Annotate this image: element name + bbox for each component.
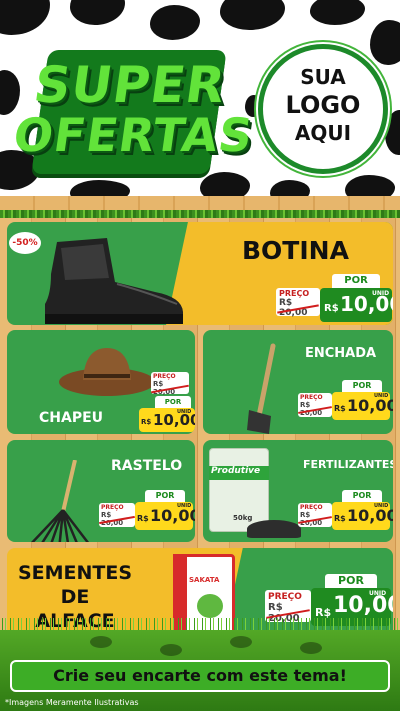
product-card-fertilizantes: Produtive 50kg FERTILIZANTES POR PREÇO R… (203, 440, 393, 542)
product-name: BOTINA (242, 236, 349, 265)
price-tag: PREÇO R$ 20,00 POR R$ 10,00 UNID (137, 372, 195, 432)
logo-line-2: LOGO (285, 91, 361, 119)
product-name: CHAPEU (39, 410, 104, 426)
preco-label: PREÇO (153, 373, 176, 380)
por-label: POR (342, 380, 382, 392)
grass-edge (0, 210, 400, 218)
price-tag: POR PREÇO R$ 20,00 R$ 10,00 UNID (298, 380, 393, 428)
price-tag: POR PREÇO R$ 20,00 R$ 10,00 UNID (99, 490, 195, 538)
preco-label: PREÇO (279, 289, 310, 298)
unit-label: UNID (177, 503, 192, 509)
old-price: R$ 20,00 (101, 511, 133, 527)
preco-label: PREÇO (101, 504, 124, 511)
old-price: R$ 20,00 (300, 401, 330, 417)
por-label: POR (145, 490, 185, 502)
preco-label: PREÇO (268, 592, 302, 602)
old-price: R$ 20,00 (300, 511, 330, 527)
discount-badge: -50% (9, 232, 41, 254)
preco-label: PREÇO (300, 394, 323, 401)
old-price-box: PREÇO R$ 20,00 (298, 503, 332, 527)
product-name: ENCHADA (305, 346, 377, 361)
bag-brand: Produtive (211, 466, 261, 476)
product-card-rastelo: RASTELO POR PREÇO R$ 20,00 R$ 10,00 UNID (7, 440, 195, 542)
old-price-box: PREÇO R$ 20,00 (276, 288, 320, 318)
por-label: POR (332, 274, 380, 288)
product-card-chapeu: CHAPEU PREÇO R$ 20,00 POR R$ 10,00 UNID (7, 330, 195, 434)
currency: R$ (141, 418, 152, 426)
cta-banner: Crie seu encarte com este tema! (10, 660, 390, 692)
product-card-botina: BOTINA POR PREÇO R$ 20,00 R$ 10,00 UNID (7, 222, 393, 325)
new-price-box: R$ 10,00 UNID (332, 392, 393, 420)
por-label: POR (155, 396, 191, 408)
new-price-box: R$ 10,00 UNID (139, 408, 195, 432)
old-price-box: PREÇO R$ 20,00 (151, 372, 189, 396)
old-price: R$ 20,00 (279, 298, 317, 318)
new-price-box: R$ 10,00 UNID (332, 502, 393, 530)
product-name: RASTELO (111, 458, 183, 474)
logo-line-3: AQUI (294, 121, 352, 145)
new-price-box: R$ 10,00 UNID (135, 502, 195, 530)
title-line-1: SUPER (30, 56, 230, 114)
old-price-box: PREÇO R$ 20,00 (298, 393, 332, 417)
disclaimer-text: *Imagens Meramente Ilustrativas (5, 698, 139, 707)
unit-label: UNID (372, 290, 390, 297)
rake-image (31, 460, 90, 542)
logo-placeholder: SUA LOGO AQUI (258, 44, 388, 174)
currency: R$ (324, 303, 339, 314)
por-label: POR (342, 490, 382, 502)
unit-label: UNID (177, 409, 192, 415)
seed-brand: SAKATA (189, 576, 220, 584)
new-price-box: R$ 10,00 UNID (320, 288, 393, 322)
unit-label: UNID (374, 503, 389, 509)
logo-line-1: SUA (300, 65, 346, 89)
product-card-enchada: ENCHADA POR PREÇO R$ 20,00 R$ 10,00 UNID (203, 330, 393, 434)
currency: R$ (137, 514, 149, 523)
product-name-line-2: DE (60, 586, 90, 608)
cow-print-header: SUPER OFERTAS SUA LOGO AQUI (0, 0, 400, 215)
currency: R$ (334, 514, 346, 523)
boot-image (45, 238, 183, 324)
bag-weight: 50kg (233, 514, 253, 522)
price-tag: POR PREÇO R$ 20,00 R$ 10,00 UNID (298, 490, 393, 538)
hoe-image (247, 343, 276, 434)
unit-label: UNID (374, 393, 389, 399)
title-line-2: OFERTAS (10, 108, 257, 162)
product-name-line-1: SEMENTES (17, 562, 133, 584)
fertilizer-bag-image: Produtive 50kg (207, 448, 301, 538)
preco-label: PREÇO (300, 504, 323, 511)
unit-label: UNID (369, 590, 387, 597)
super-ofertas-badge: SUPER OFERTAS (10, 50, 257, 174)
old-price-box: PREÇO R$ 20,00 (99, 503, 135, 527)
price-tag: POR PREÇO R$ 20,00 R$ 10,00 UNID (276, 274, 393, 322)
por-label: POR (325, 574, 377, 588)
old-price: R$ 20,00 (153, 380, 187, 396)
product-name: FERTILIZANTES (303, 458, 393, 471)
currency: R$ (334, 404, 346, 413)
